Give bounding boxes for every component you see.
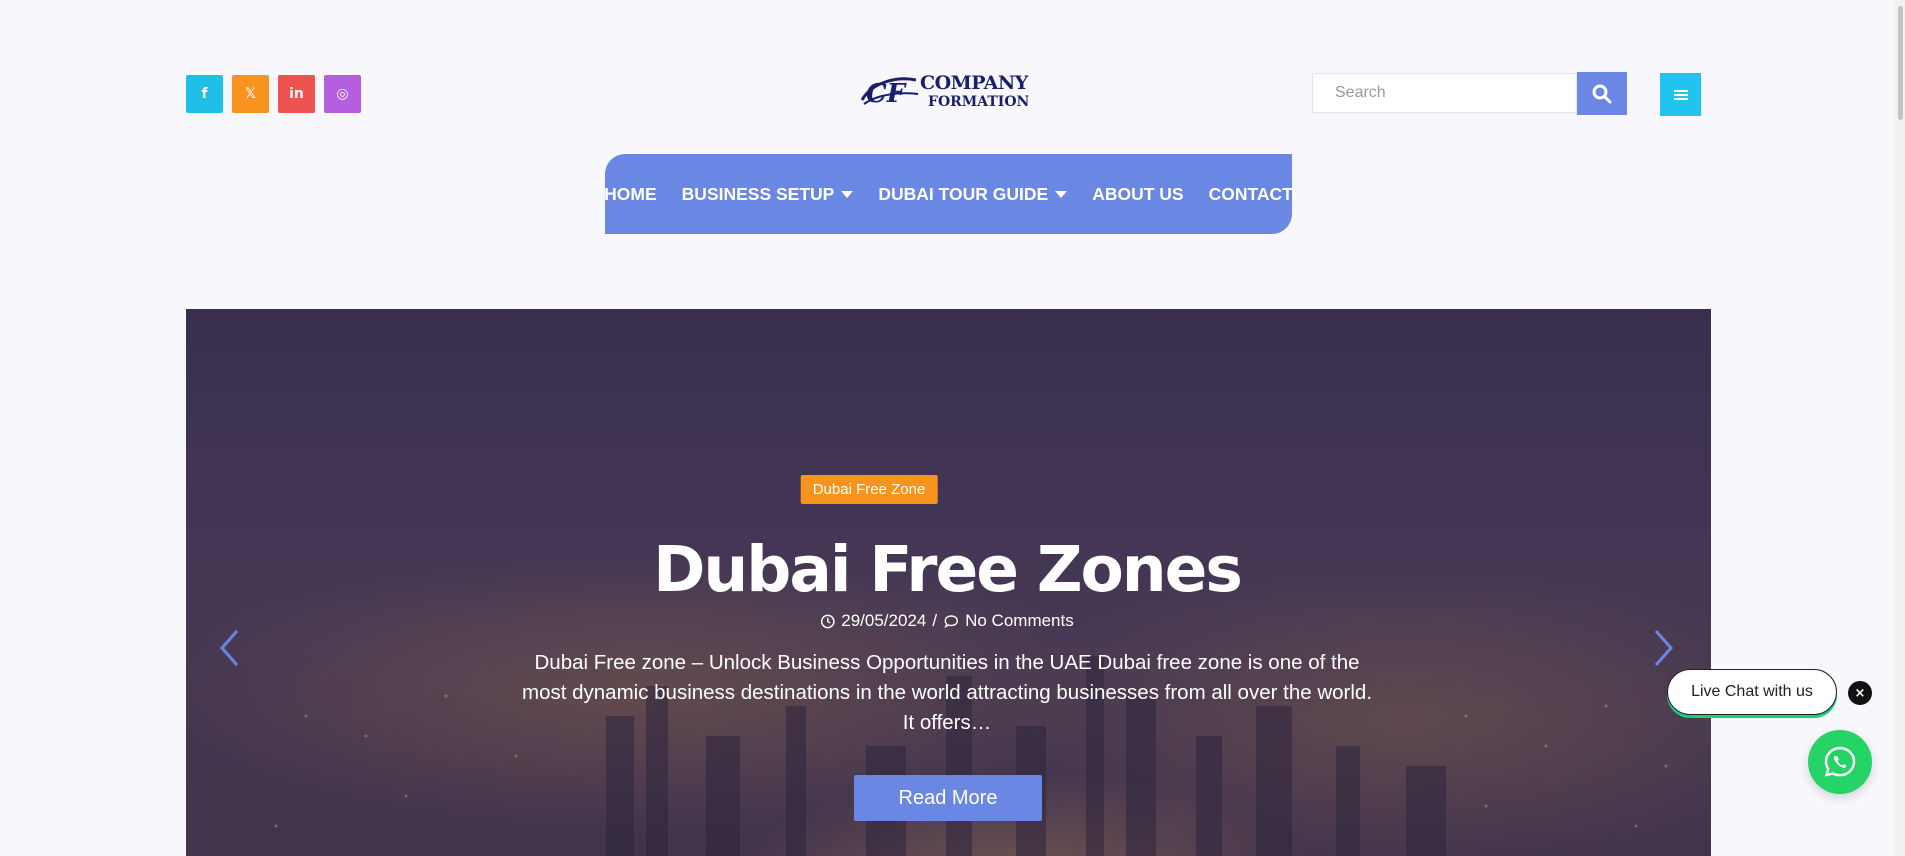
slider-next-button[interactable] [1653, 628, 1675, 672]
nav-dubai-tour-guide[interactable]: DUBAI TOUR GUIDE [878, 183, 1068, 205]
post-excerpt: Dubai Free zone – Unlock Business Opport… [522, 651, 1373, 734]
logo-text: COMPANY FORMATION [920, 71, 1030, 110]
slider-prev-button[interactable] [218, 628, 240, 672]
svg-text:CF: CF [866, 79, 907, 109]
search-icon [1592, 84, 1612, 103]
live-chat-bubble[interactable]: Live Chat with us [1667, 669, 1837, 715]
search-input[interactable] [1312, 73, 1577, 113]
meta-separator: / [932, 611, 938, 630]
chevron-left-icon [219, 630, 239, 666]
chat-close-icon[interactable]: × [1848, 681, 1872, 705]
main-nav: HOME BUSINESS SETUP DUBAI TOUR GUIDE ABO… [604, 154, 1293, 234]
chevron-down-icon [1055, 190, 1068, 198]
chevron-down-icon [841, 190, 854, 198]
post-date[interactable]: 29/05/2024 [841, 611, 926, 631]
x-icon[interactable]: 𝕏 [232, 75, 269, 113]
search-bar [1312, 72, 1627, 115]
logo-line2: FORMATION [928, 93, 1030, 110]
social-links: f 𝕏 in ◎ [186, 75, 361, 113]
nav-about-us[interactable]: ABOUT US [1092, 184, 1183, 205]
nav-contact[interactable]: CONTACT [1209, 184, 1293, 205]
post-comments[interactable]: No Comments [965, 611, 1074, 631]
post-meta: 29/05/2024 / No Comments [820, 611, 1074, 631]
hamburger-icon [1673, 89, 1688, 100]
nav-label: CONTACT [1208, 183, 1293, 204]
search-button[interactable] [1577, 72, 1627, 115]
hero-title[interactable]: Dubai Free Zones [653, 533, 1243, 606]
category-badge[interactable]: Dubai Free Zone [800, 475, 938, 504]
whatsapp-button[interactable] [1808, 730, 1872, 794]
scrollbar[interactable] [1895, 0, 1905, 856]
facebook-icon[interactable]: f [186, 75, 223, 113]
read-more-button[interactable]: Read More [854, 775, 1042, 821]
nav-home[interactable]: HOME [604, 184, 657, 205]
nav-label: BUSINESS SETUP [681, 183, 835, 204]
nav-label: HOME [604, 183, 657, 204]
nav-business-setup[interactable]: BUSINESS SETUP [682, 184, 854, 205]
hamburger-menu-button[interactable] [1660, 73, 1701, 116]
logo-line1: COMPANY [920, 71, 1028, 94]
scrollbar-thumb[interactable] [1898, 6, 1903, 120]
whatsapp-icon [1824, 746, 1856, 777]
nav-label: ABOUT US [1092, 183, 1184, 204]
nav-label: DUBAI TOUR GUIDE [878, 183, 1049, 204]
site-logo[interactable]: CF COMPANY FORMATION [858, 70, 1029, 112]
comment-icon [944, 614, 958, 628]
logo-mark-icon: CF [858, 70, 920, 112]
instagram-icon[interactable]: ◎ [324, 75, 361, 113]
linkedin-icon[interactable]: in [278, 75, 315, 113]
chevron-right-icon [1654, 630, 1674, 666]
clock-icon [820, 614, 835, 628]
